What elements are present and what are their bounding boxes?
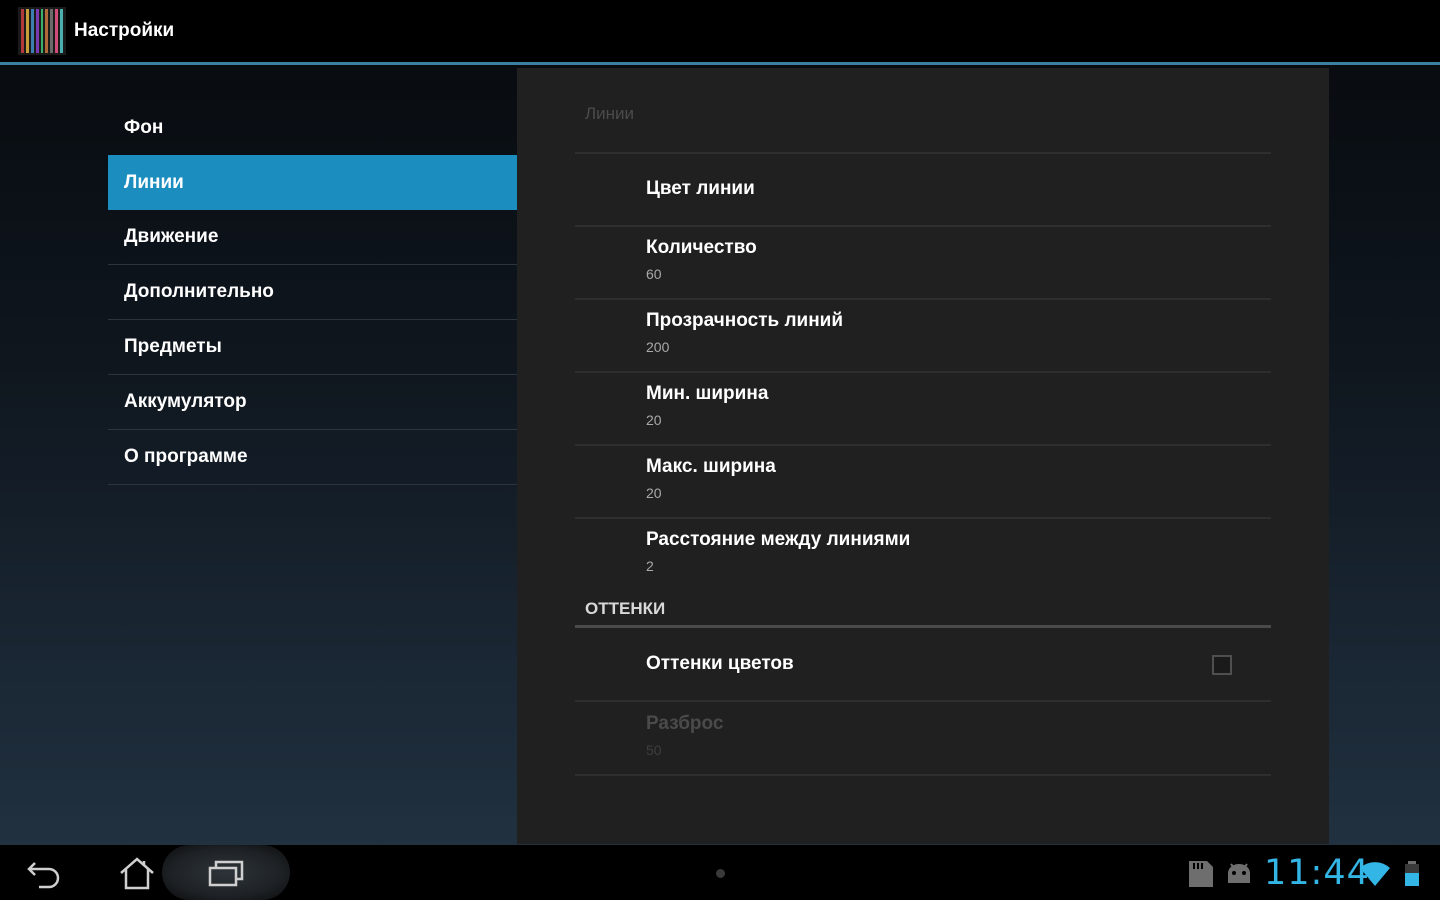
app-icon-stripe [55, 9, 59, 53]
sidebar-item-about[interactable]: О программе [108, 430, 517, 485]
sidebar-item-additional[interactable]: Дополнительно [108, 265, 517, 320]
pref-title: Количество [646, 237, 757, 258]
app-icon-stripe [45, 9, 49, 53]
pref-summary: 20 [646, 412, 662, 428]
app-icon-stripe [25, 9, 29, 53]
pref-title: Цвет линии [646, 178, 755, 199]
action-bar: Настройки [0, 0, 1440, 65]
preference-detail-panel: Линии Цвет линии Количество 60 Прозрачно… [517, 68, 1329, 844]
page-indicator-dot [716, 869, 725, 878]
back-icon [27, 861, 60, 888]
pref-min-width[interactable]: Мин. ширина 20 [575, 373, 1271, 446]
recent-apps-button[interactable] [162, 845, 290, 900]
pref-summary: 50 [646, 742, 662, 758]
category-divider [575, 625, 1271, 628]
settings-header-list: Фон Линии Движение Дополнительно Предмет… [108, 100, 517, 485]
pref-line-color[interactable]: Цвет линии [575, 154, 1271, 227]
sd-card-icon [1187, 859, 1215, 889]
system-navigation-bar: 11:44 [0, 845, 1440, 900]
app-icon-stripe [30, 9, 34, 53]
page-title: Настройки [74, 20, 175, 41]
pref-summary: 20 [646, 485, 662, 501]
pref-line-count[interactable]: Количество 60 [575, 227, 1271, 300]
app-icon-stripe [50, 9, 54, 53]
wifi-icon [1359, 861, 1391, 887]
pref-line-spacing[interactable]: Расстояние между линиями 2 [575, 519, 1271, 592]
action-bar-divider [0, 62, 1440, 65]
sidebar-item-background[interactable]: Фон [108, 100, 517, 155]
app-launcher-icon[interactable] [18, 7, 66, 55]
app-icon-stripe [35, 9, 39, 53]
pref-title: Оттенки цветов [646, 653, 794, 674]
app-icon-stripe [40, 9, 44, 53]
category-header-shades: ОТТЕНКИ [585, 599, 666, 618]
sidebar-item-battery[interactable]: Аккумулятор [108, 375, 517, 430]
pref-summary: 200 [646, 339, 670, 355]
pref-title: Макс. ширина [646, 456, 776, 477]
shades-checkbox[interactable] [1212, 655, 1232, 675]
pref-summary: 60 [646, 266, 662, 282]
status-clock: 11:44 [1264, 853, 1370, 893]
breadcrumb: Линии [585, 104, 635, 123]
sidebar-item-objects[interactable]: Предметы [108, 320, 517, 375]
pref-summary: 2 [646, 558, 654, 574]
pref-max-width[interactable]: Макс. ширина 20 [575, 446, 1271, 519]
pref-spread: Разброс 50 [575, 703, 1271, 776]
app-icon-stripe [60, 9, 64, 53]
home-icon [120, 856, 154, 889]
android-debug-icon [1224, 861, 1254, 887]
pref-line-opacity[interactable]: Прозрачность линий 200 [575, 300, 1271, 373]
pref-title: Разброс [646, 713, 724, 734]
pref-color-shades[interactable]: Оттенки цветов [575, 629, 1271, 702]
pref-title: Расстояние между линиями [646, 529, 911, 550]
battery-icon [1402, 861, 1422, 887]
recent-apps-icon [208, 860, 244, 886]
back-button[interactable] [0, 845, 90, 900]
sidebar-item-motion[interactable]: Движение [108, 210, 517, 265]
sidebar-item-lines[interactable]: Линии [108, 155, 517, 210]
pref-title: Прозрачность линий [646, 310, 844, 331]
app-icon-stripe [21, 9, 24, 53]
pref-title: Мин. ширина [646, 383, 769, 404]
